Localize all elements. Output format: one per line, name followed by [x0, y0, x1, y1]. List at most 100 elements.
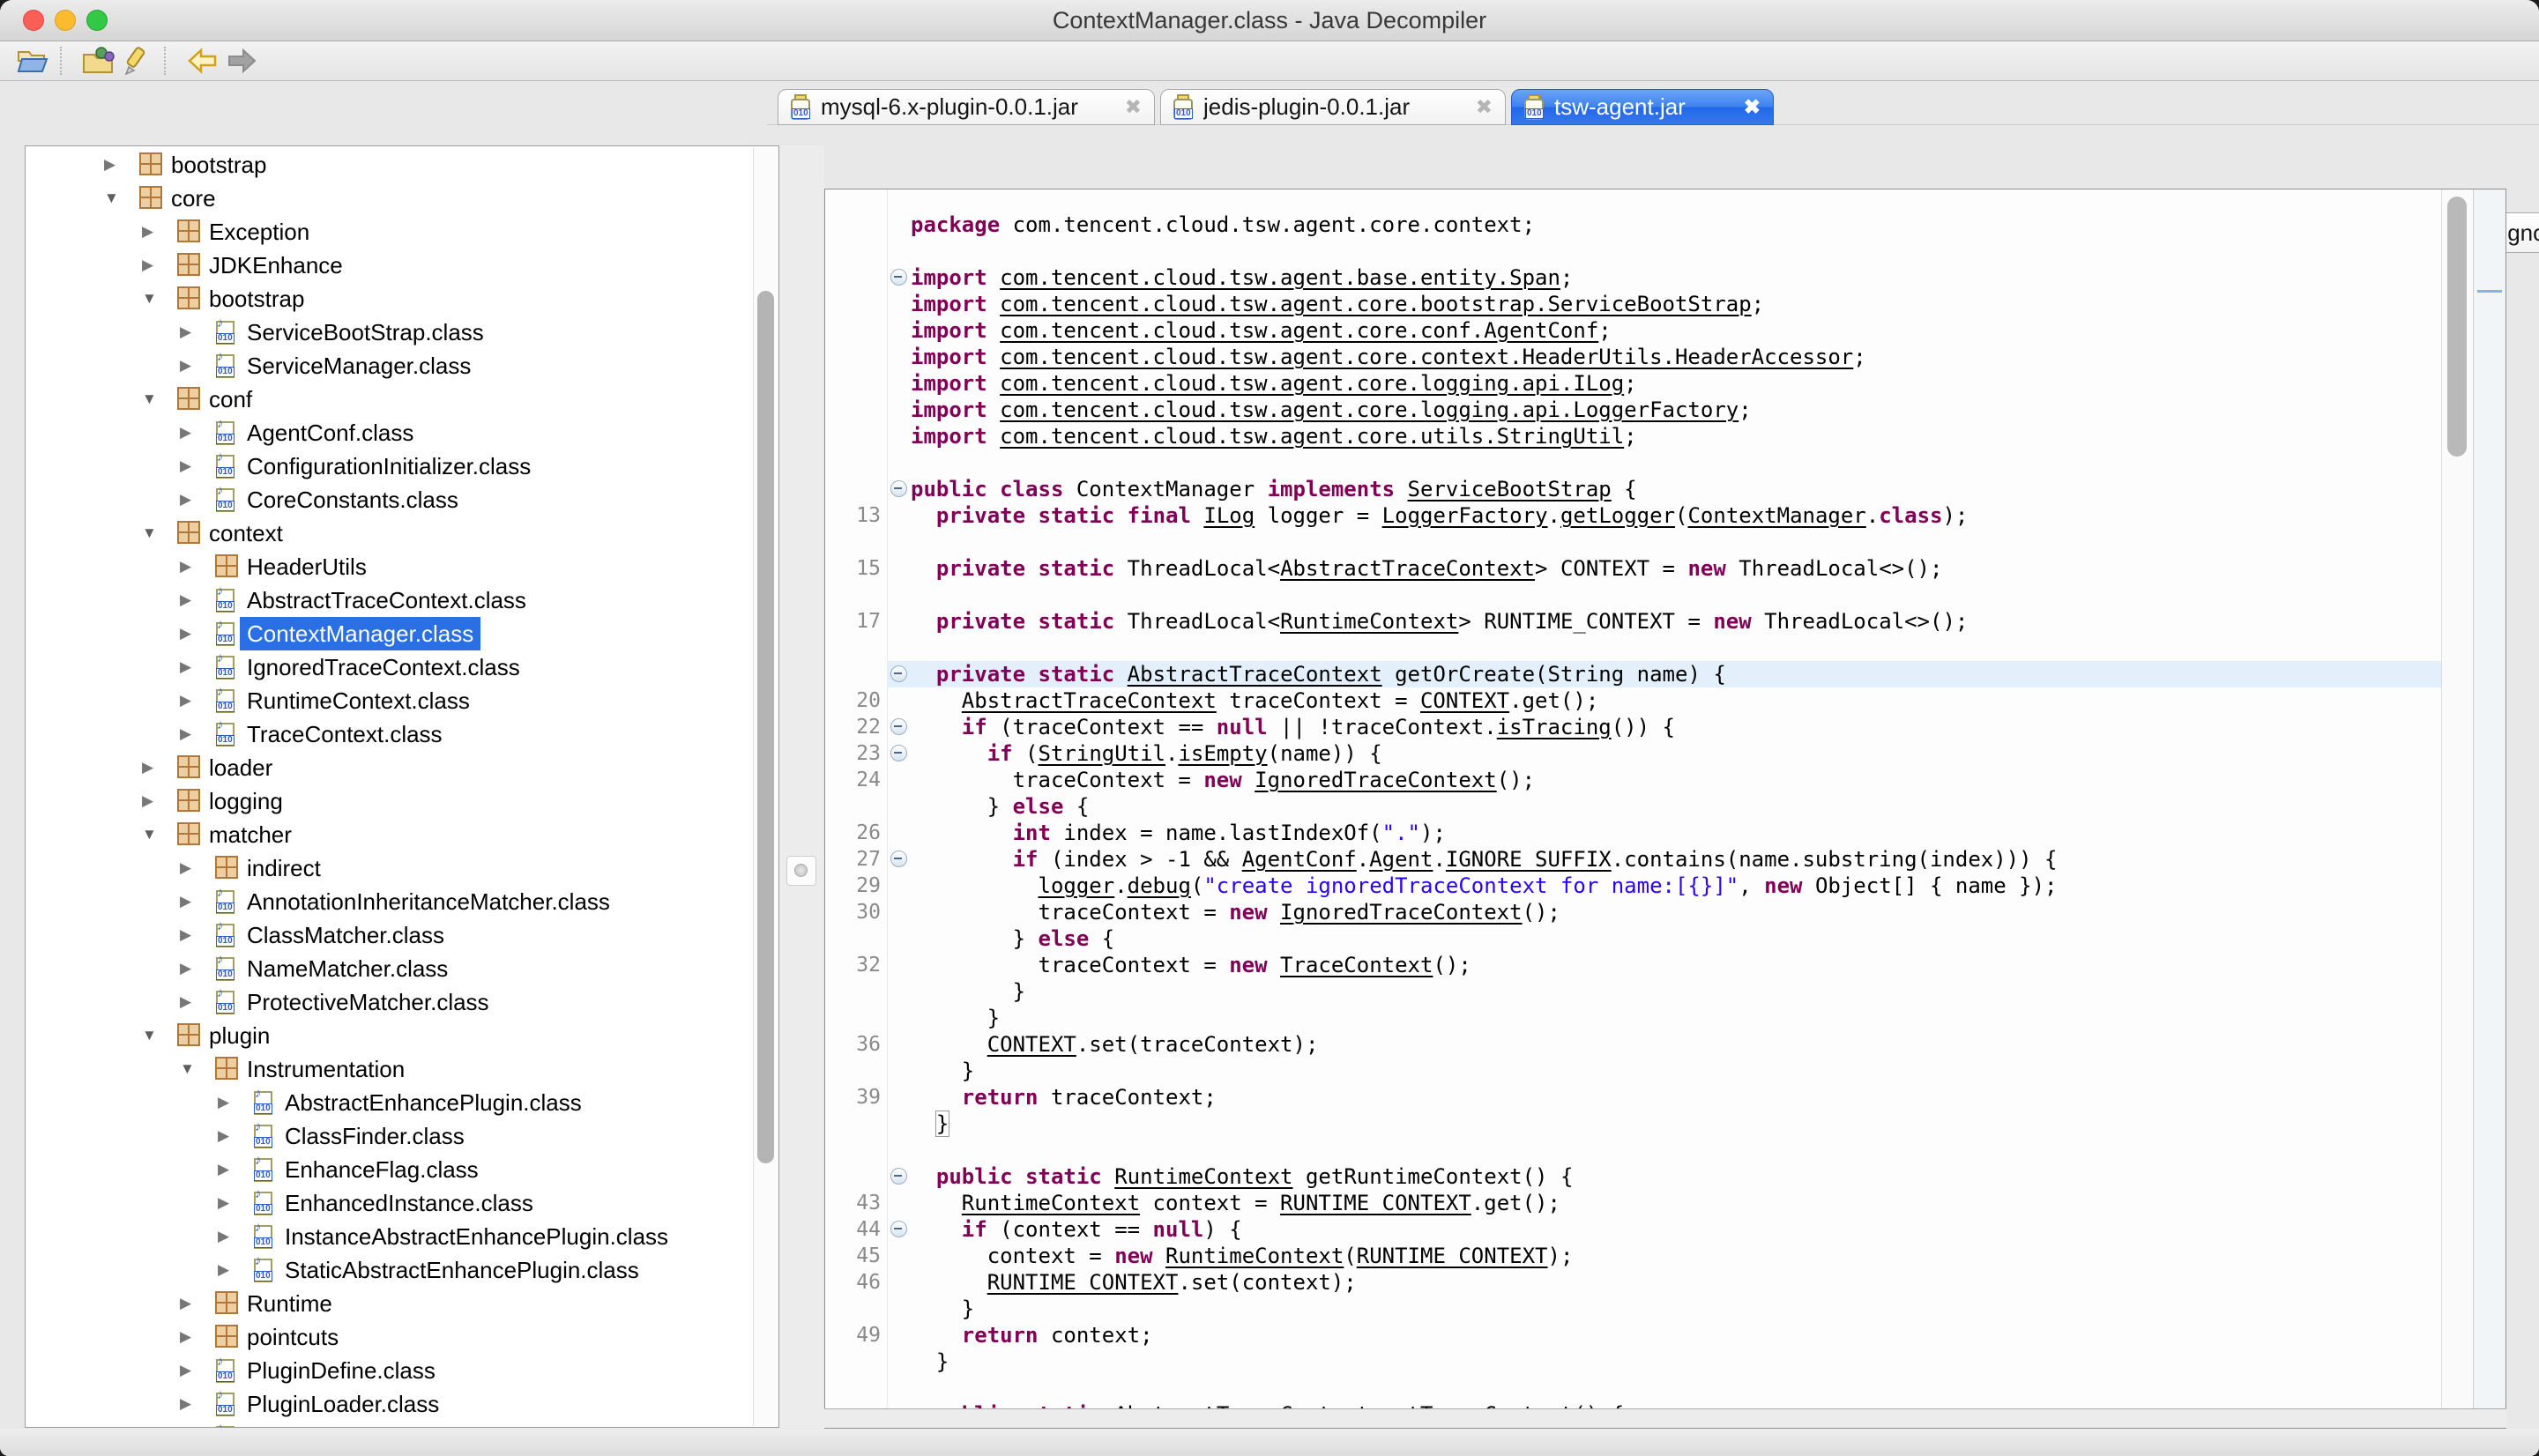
collapse-arrow-icon[interactable]: ▼: [142, 383, 157, 416]
code-reference-link[interactable]: AbstractTraceContext: [1128, 662, 1382, 687]
code-reference-link[interactable]: ILog: [1203, 503, 1255, 528]
code-reference-link[interactable]: debug: [1128, 873, 1191, 898]
tree-row[interactable]: ▶♪010ServiceManager.class: [26, 349, 754, 383]
code-reference-link[interactable]: isEmpty: [1178, 741, 1267, 766]
expand-arrow-icon[interactable]: ▶: [142, 215, 153, 249]
tree-row[interactable]: ▶♪010EnhancedInstance.class: [26, 1186, 754, 1220]
splitter[interactable]: [779, 145, 824, 1428]
expand-arrow-icon[interactable]: ▶: [180, 550, 191, 583]
tree-row[interactable]: ▶♪010EnhanceFlag.class: [26, 1153, 754, 1186]
tree-row[interactable]: ▶♪010NameMatcher.class: [26, 952, 754, 985]
tree-row[interactable]: ▶bootstrap: [26, 148, 754, 182]
collapse-arrow-icon[interactable]: ▼: [142, 818, 157, 851]
tree-row[interactable]: ▶♪010StaticAbstractEnhancePlugin.class: [26, 1253, 754, 1287]
code-reference-link[interactable]: RUNTIME_CONTEXT: [987, 1270, 1179, 1295]
code-reference-link[interactable]: logger: [1039, 873, 1115, 898]
code-scrollbar[interactable]: [2441, 189, 2474, 1408]
code-reference-link[interactable]: ContextManager: [1687, 503, 1865, 528]
expand-arrow-icon[interactable]: ▶: [180, 316, 191, 349]
code-reference-link[interactable]: RuntimeContext: [1280, 609, 1458, 634]
back-button[interactable]: [183, 43, 222, 78]
tree-row[interactable]: ▶Runtime: [26, 1287, 754, 1320]
tree-row[interactable]: ▼core: [26, 182, 754, 215]
tree-row[interactable]: ▼bootstrap: [26, 282, 754, 316]
tree-row[interactable]: ▶♪010ClassMatcher.class: [26, 918, 754, 952]
fold-collapse-icon[interactable]: [890, 851, 907, 867]
expand-arrow-icon[interactable]: ▶: [180, 1287, 191, 1320]
open-file-button[interactable]: [14, 43, 53, 78]
expand-arrow-icon[interactable]: ▶: [218, 1086, 229, 1119]
code-reference-link[interactable]: isTracing: [1497, 715, 1612, 739]
jar-tab[interactable]: 010mysql-6.x-plugin-0.0.1.jar✖: [778, 89, 1155, 125]
code-reference-link[interactable]: com.tencent.cloud.tsw.agent.core.conf.Ag…: [1000, 318, 1598, 343]
code-reference-link[interactable]: com.tencent.cloud.tsw.agent.core.logging…: [1000, 371, 1624, 396]
code-scrollbar-thumb[interactable]: [2447, 197, 2467, 457]
code-reference-link[interactable]: AbstractTraceContext: [1114, 1402, 1369, 1408]
expand-arrow-icon[interactable]: ▶: [218, 1186, 229, 1220]
code-panel[interactable]: package com.tencent.cloud.tsw.agent.core…: [824, 189, 2506, 1408]
code-reference-link[interactable]: RUNTIME_CONTEXT: [1357, 1244, 1548, 1268]
code-reference-link[interactable]: AgentConf: [1242, 847, 1357, 872]
expand-arrow-icon[interactable]: ▶: [180, 1387, 191, 1421]
expand-arrow-icon[interactable]: ▶: [104, 148, 115, 182]
code-reference-link[interactable]: ServiceBootStrap: [1408, 477, 1612, 501]
expand-arrow-icon[interactable]: ▶: [180, 617, 191, 650]
expand-arrow-icon[interactable]: ▶: [180, 416, 191, 449]
tree-row[interactable]: ▶♪010IgnoredTraceContext.class: [26, 650, 754, 684]
jar-tab-close-button[interactable]: ✖: [1476, 97, 1493, 117]
collapse-arrow-icon[interactable]: ▼: [104, 182, 119, 215]
tree-row[interactable]: ▼context: [26, 516, 754, 550]
tree-row[interactable]: ▶♪010: [26, 1421, 754, 1428]
tree-row[interactable]: ▶♪010ServiceBootStrap.class: [26, 316, 754, 349]
expand-arrow-icon[interactable]: ▶: [218, 1119, 229, 1153]
jar-tab-close-button[interactable]: ✖: [1744, 97, 1761, 117]
package-tree-panel[interactable]: ▶bootstrap▼core▶Exception▶JDKEnhance▼boo…: [25, 145, 779, 1428]
collapse-arrow-icon[interactable]: ▼: [142, 282, 157, 316]
tree-row[interactable]: ▶♪010PluginLoader.class: [26, 1387, 754, 1421]
code-reference-link[interactable]: AbstractTraceContext: [962, 688, 1217, 713]
tree-row[interactable]: ▶HeaderUtils: [26, 550, 754, 583]
tree-row[interactable]: ▶logging: [26, 784, 754, 818]
tree-row[interactable]: ▶♪010RuntimeContext.class: [26, 684, 754, 717]
code-reference-link[interactable]: RuntimeContext: [1114, 1164, 1292, 1189]
fold-collapse-icon[interactable]: [890, 269, 907, 286]
fold-collapse-icon[interactable]: [890, 718, 907, 735]
tree-row[interactable]: ▶♪010ConfigurationInitializer.class: [26, 449, 754, 483]
search-button[interactable]: [118, 43, 157, 78]
tree-row[interactable]: ▶♪010ProtectiveMatcher.class: [26, 985, 754, 1019]
tree-row[interactable]: ▼Instrumentation: [26, 1052, 754, 1086]
collapse-arrow-icon[interactable]: ▼: [142, 516, 157, 550]
code-reference-link[interactable]: com.tencent.cloud.tsw.agent.base.entity.…: [1000, 265, 1560, 290]
fold-collapse-icon[interactable]: [890, 1221, 907, 1237]
tree-row[interactable]: ▶Exception: [26, 215, 754, 249]
collapse-arrow-icon[interactable]: ▼: [142, 1019, 157, 1052]
tree-row[interactable]: ▶♪010ClassFinder.class: [26, 1119, 754, 1153]
expand-arrow-icon[interactable]: ▶: [180, 918, 191, 952]
code-reference-link[interactable]: TraceContext: [1280, 953, 1433, 977]
expand-arrow-icon[interactable]: ▶: [180, 650, 191, 684]
jar-tab[interactable]: 010tsw-agent.jar✖: [1511, 89, 1774, 125]
tree-row[interactable]: ▶♪010TraceContext.class: [26, 717, 754, 751]
expand-arrow-icon[interactable]: ▶: [180, 684, 191, 717]
tree-row[interactable]: ▶♪010AnnotationInheritanceMatcher.class: [26, 885, 754, 918]
expand-arrow-icon[interactable]: ▶: [180, 449, 191, 483]
expand-arrow-icon[interactable]: ▶: [180, 1421, 191, 1428]
expand-arrow-icon[interactable]: ▶: [180, 717, 191, 751]
tree-row[interactable]: ▶♪010InstanceAbstractEnhancePlugin.class: [26, 1220, 754, 1253]
code-reference-link[interactable]: com.tencent.cloud.tsw.agent.core.logging…: [1000, 397, 1739, 422]
code-reference-link[interactable]: RuntimeContext: [962, 1191, 1140, 1215]
code-reference-link[interactable]: AbstractTraceContext: [1280, 556, 1535, 581]
tree-row[interactable]: ▼conf: [26, 383, 754, 416]
expand-arrow-icon[interactable]: ▶: [180, 952, 191, 985]
expand-arrow-icon[interactable]: ▶: [180, 483, 191, 516]
overview-ruler[interactable]: [2473, 189, 2505, 1408]
splitter-grip[interactable]: [786, 856, 816, 886]
code-reference-link[interactable]: getLogger: [1560, 503, 1675, 528]
jar-tab-close-button[interactable]: ✖: [1125, 97, 1142, 117]
jar-tab[interactable]: 010jedis-plugin-0.0.1.jar✖: [1160, 89, 1506, 125]
tree-row[interactable]: ▼plugin: [26, 1019, 754, 1052]
code-reference-link[interactable]: CONTEXT: [1420, 688, 1509, 713]
tree-row[interactable]: ▶JDKEnhance: [26, 249, 754, 282]
tree-row[interactable]: ▶♪010AbstractTraceContext.class: [26, 583, 754, 617]
expand-arrow-icon[interactable]: ▶: [180, 885, 191, 918]
